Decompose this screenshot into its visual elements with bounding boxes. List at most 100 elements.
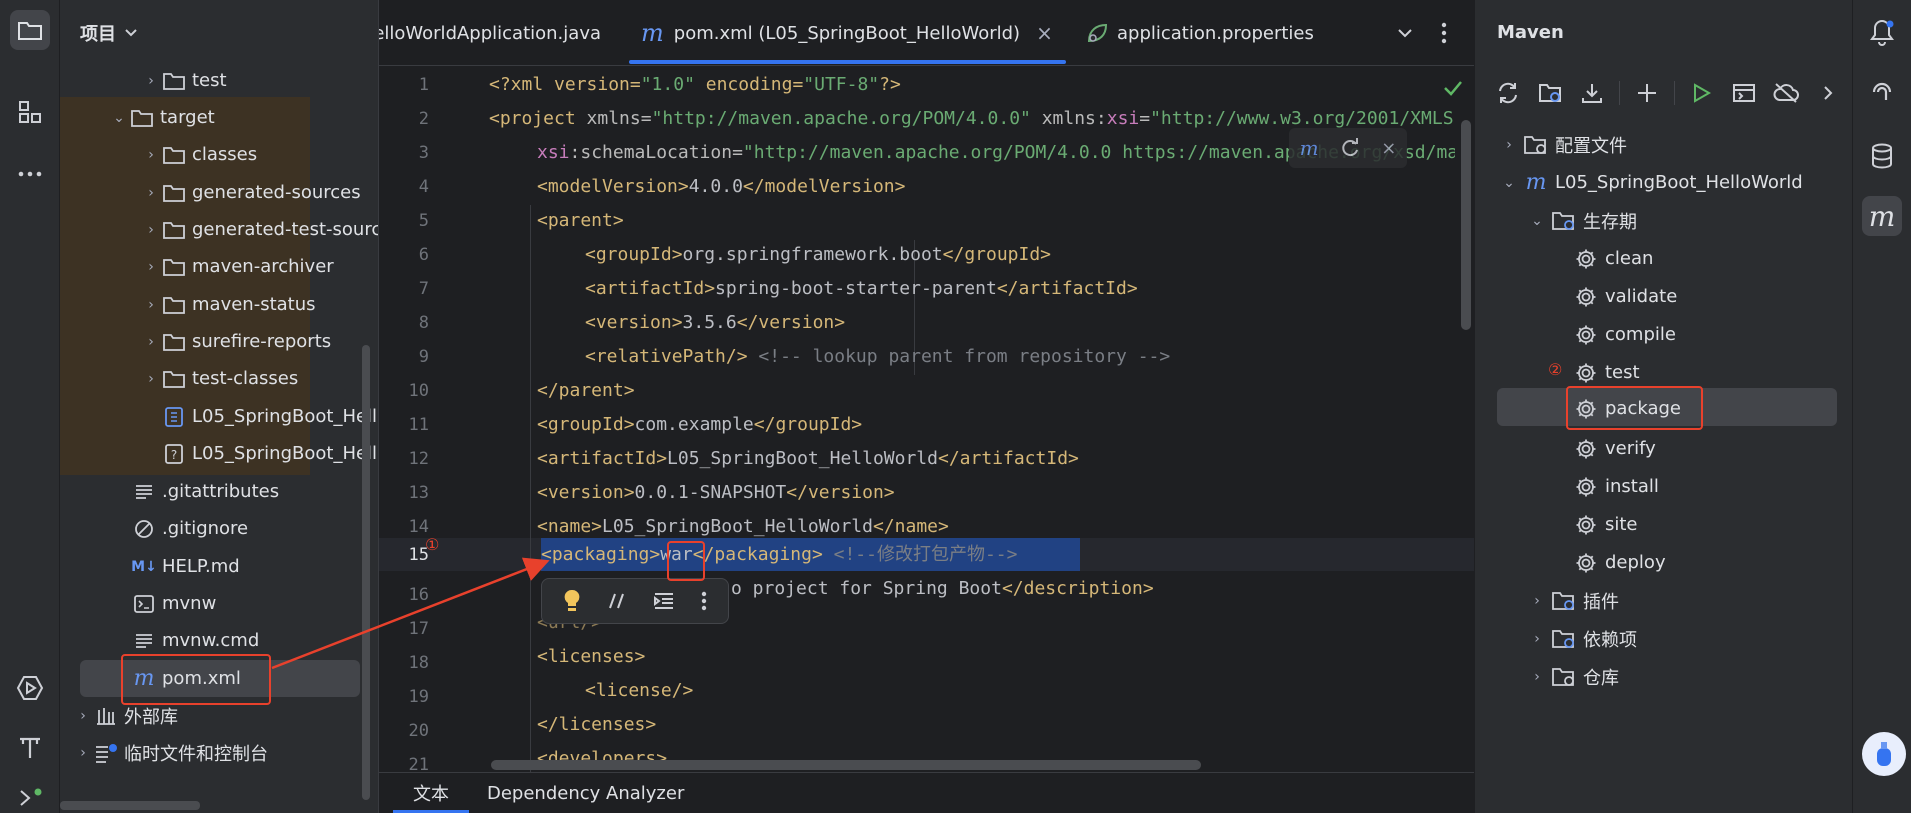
project-tree-item[interactable]: › 临时文件和控制台 <box>60 734 378 771</box>
offline-toggle-button[interactable] <box>1771 78 1801 108</box>
project-scrollbar[interactable] <box>362 345 370 800</box>
run-button[interactable] <box>1687 78 1717 108</box>
structure-icon[interactable] <box>10 92 50 132</box>
maven-tool-window-icon[interactable]: m <box>1862 196 1902 236</box>
token: </artifactId> <box>937 448 1079 469</box>
project-tree-item[interactable]: .gitattributes <box>60 473 378 510</box>
toolbar-overflow-button[interactable] <box>1813 78 1843 108</box>
terminal-icon[interactable] <box>10 788 50 813</box>
maven-tree-item-label: install <box>1605 476 1659 497</box>
token: L05_SpringBoot_HelloWorld <box>602 516 873 537</box>
tab-pom-xml[interactable]: m pom.xml (L05_SpringBoot_HelloWorld) × <box>641 0 1053 66</box>
project-tree-item[interactable]: › maven-archiver <box>60 248 378 285</box>
chevron-right-icon[interactable]: › <box>140 147 162 163</box>
add-project-button[interactable] <box>1632 78 1662 108</box>
chevron-right-icon[interactable]: › <box>72 745 94 761</box>
chevron-right-icon[interactable]: › <box>140 371 162 387</box>
line-number: 17 <box>408 619 429 639</box>
project-horizontal-scrollbar[interactable] <box>60 801 200 810</box>
chevron-right-icon[interactable]: › <box>140 334 162 350</box>
chevron-down-icon[interactable]: ⌄ <box>1523 213 1551 229</box>
tab-helloworld-application[interactable]: HelloWorldApplication.java <box>379 0 619 66</box>
build-icon[interactable] <box>10 728 50 768</box>
plugin-badge-icon[interactable] <box>1862 732 1906 776</box>
tab-list-dropdown[interactable] <box>1397 0 1413 66</box>
code-area[interactable]: <?xml version="1.0" encoding="UTF-8"?> <… <box>489 68 1455 768</box>
project-view-icon[interactable] <box>10 10 50 50</box>
execute-goal-button[interactable] <box>1729 78 1759 108</box>
project-tree-item[interactable]: › test-classes <box>60 360 378 397</box>
tab-application-properties[interactable]: application.properties <box>1085 0 1314 66</box>
code-line-12: <artifactId>L05_SpringBoot_HelloWorld</a… <box>537 442 1079 476</box>
database-icon[interactable] <box>1862 136 1902 176</box>
project-panel-header[interactable]: 项目 <box>80 20 138 46</box>
more-tools-icon[interactable] <box>10 154 50 194</box>
reformat-icon[interactable] <box>653 592 675 610</box>
close-icon[interactable]: × <box>1381 138 1396 159</box>
chevron-right-icon[interactable]: › <box>140 185 162 201</box>
chevron-right-icon[interactable]: › <box>140 259 162 275</box>
maven-tree-item[interactable]: deploy <box>1573 544 1666 581</box>
download-sources-button[interactable] <box>1577 78 1607 108</box>
tab-text[interactable]: 文本 <box>393 773 469 813</box>
project-tree-item[interactable]: › surefire-reports <box>60 323 378 360</box>
chevron-down-icon[interactable]: ⌄ <box>1495 175 1523 191</box>
project-tree-item[interactable]: › test <box>60 62 378 99</box>
project-tree-item-label: L05_SpringBoot_HelloWorld <box>192 443 378 464</box>
tab-dependency-analyzer[interactable]: Dependency Analyzer <box>487 773 684 813</box>
chevron-right-icon[interactable]: › <box>1495 137 1523 153</box>
chevron-right-icon[interactable]: › <box>1523 669 1551 685</box>
chevron-right-icon[interactable]: › <box>140 297 162 313</box>
more-vertical-icon[interactable] <box>701 591 707 611</box>
maven-tree-item[interactable]: verify <box>1573 430 1656 467</box>
reload-icon[interactable] <box>1340 138 1360 158</box>
project-tree-item[interactable]: › classes <box>60 136 378 173</box>
token: "http://maven.apache.org/POM/4.0.0" <box>651 108 1031 129</box>
maven-tree-item[interactable]: › 配置文件 <box>1495 126 1627 163</box>
editor-vertical-scrollbar[interactable] <box>1461 120 1471 330</box>
plugins-folder-icon <box>1551 591 1577 611</box>
project-tree-item-label: mvnw <box>162 593 217 614</box>
chevron-right-icon[interactable]: › <box>1523 631 1551 647</box>
maven-tree-item[interactable]: ⌄ 生存期 <box>1523 202 1637 239</box>
maven-tree-item[interactable]: › 仓库 <box>1523 658 1619 695</box>
maven-tree-item[interactable]: ⌄ m L05_SpringBoot_HelloWorld <box>1495 164 1803 201</box>
project-tree-item[interactable]: M↓ HELP.md <box>60 548 378 585</box>
chevron-right-icon[interactable]: › <box>1523 593 1551 609</box>
ai-assistant-icon[interactable] <box>1862 72 1902 112</box>
run-services-icon[interactable] <box>10 668 50 708</box>
maven-tree-item[interactable]: validate <box>1573 278 1677 315</box>
cloud-off-icon <box>1773 83 1799 103</box>
maven-tree-item[interactable]: site <box>1573 506 1638 543</box>
maven-tree-item[interactable]: clean <box>1573 240 1653 277</box>
gear-icon <box>1573 476 1599 498</box>
project-tree-item[interactable]: .gitignore <box>60 510 378 547</box>
chevron-right-icon[interactable]: › <box>140 222 162 238</box>
generate-sources-button[interactable] <box>1535 78 1565 108</box>
no-problems-check-icon[interactable] <box>1443 80 1463 96</box>
maven-tree-item[interactable]: install <box>1573 468 1659 505</box>
folder-icon <box>162 182 186 204</box>
active-tab-indicator <box>629 60 1066 64</box>
maven-tree-item[interactable]: › 依赖项 <box>1523 620 1637 657</box>
project-tree-item[interactable]: ⌄ target <box>60 99 378 136</box>
chevron-down-icon[interactable]: ⌄ <box>108 110 130 126</box>
maven-tree-item[interactable]: compile <box>1573 316 1676 353</box>
chevron-right-icon[interactable]: › <box>72 708 94 724</box>
project-tree-item[interactable]: mvnw <box>60 585 378 622</box>
project-tree-item[interactable]: L05_SpringBoot_HelloWorld <box>60 398 378 435</box>
project-tree-item[interactable]: › generated-sources <box>60 174 378 211</box>
lightbulb-icon[interactable] <box>563 589 581 613</box>
tab-more-button[interactable] <box>1441 0 1447 66</box>
reload-all-button[interactable] <box>1493 78 1523 108</box>
close-icon[interactable]: × <box>1036 21 1053 45</box>
maven-reload-popup[interactable]: m × <box>1289 128 1407 168</box>
comment-icon[interactable] <box>607 592 627 610</box>
chevron-right-icon[interactable]: › <box>140 73 162 89</box>
project-tree-item[interactable]: ? L05_SpringBoot_HelloWorld <box>60 435 378 472</box>
maven-tree-item[interactable]: › 插件 <box>1523 582 1619 619</box>
project-tree-item[interactable]: › generated-test-sources <box>60 211 378 248</box>
notifications-icon[interactable] <box>1862 12 1902 52</box>
editor-horizontal-scrollbar[interactable] <box>491 760 1201 770</box>
project-tree-item[interactable]: › maven-status <box>60 286 378 323</box>
